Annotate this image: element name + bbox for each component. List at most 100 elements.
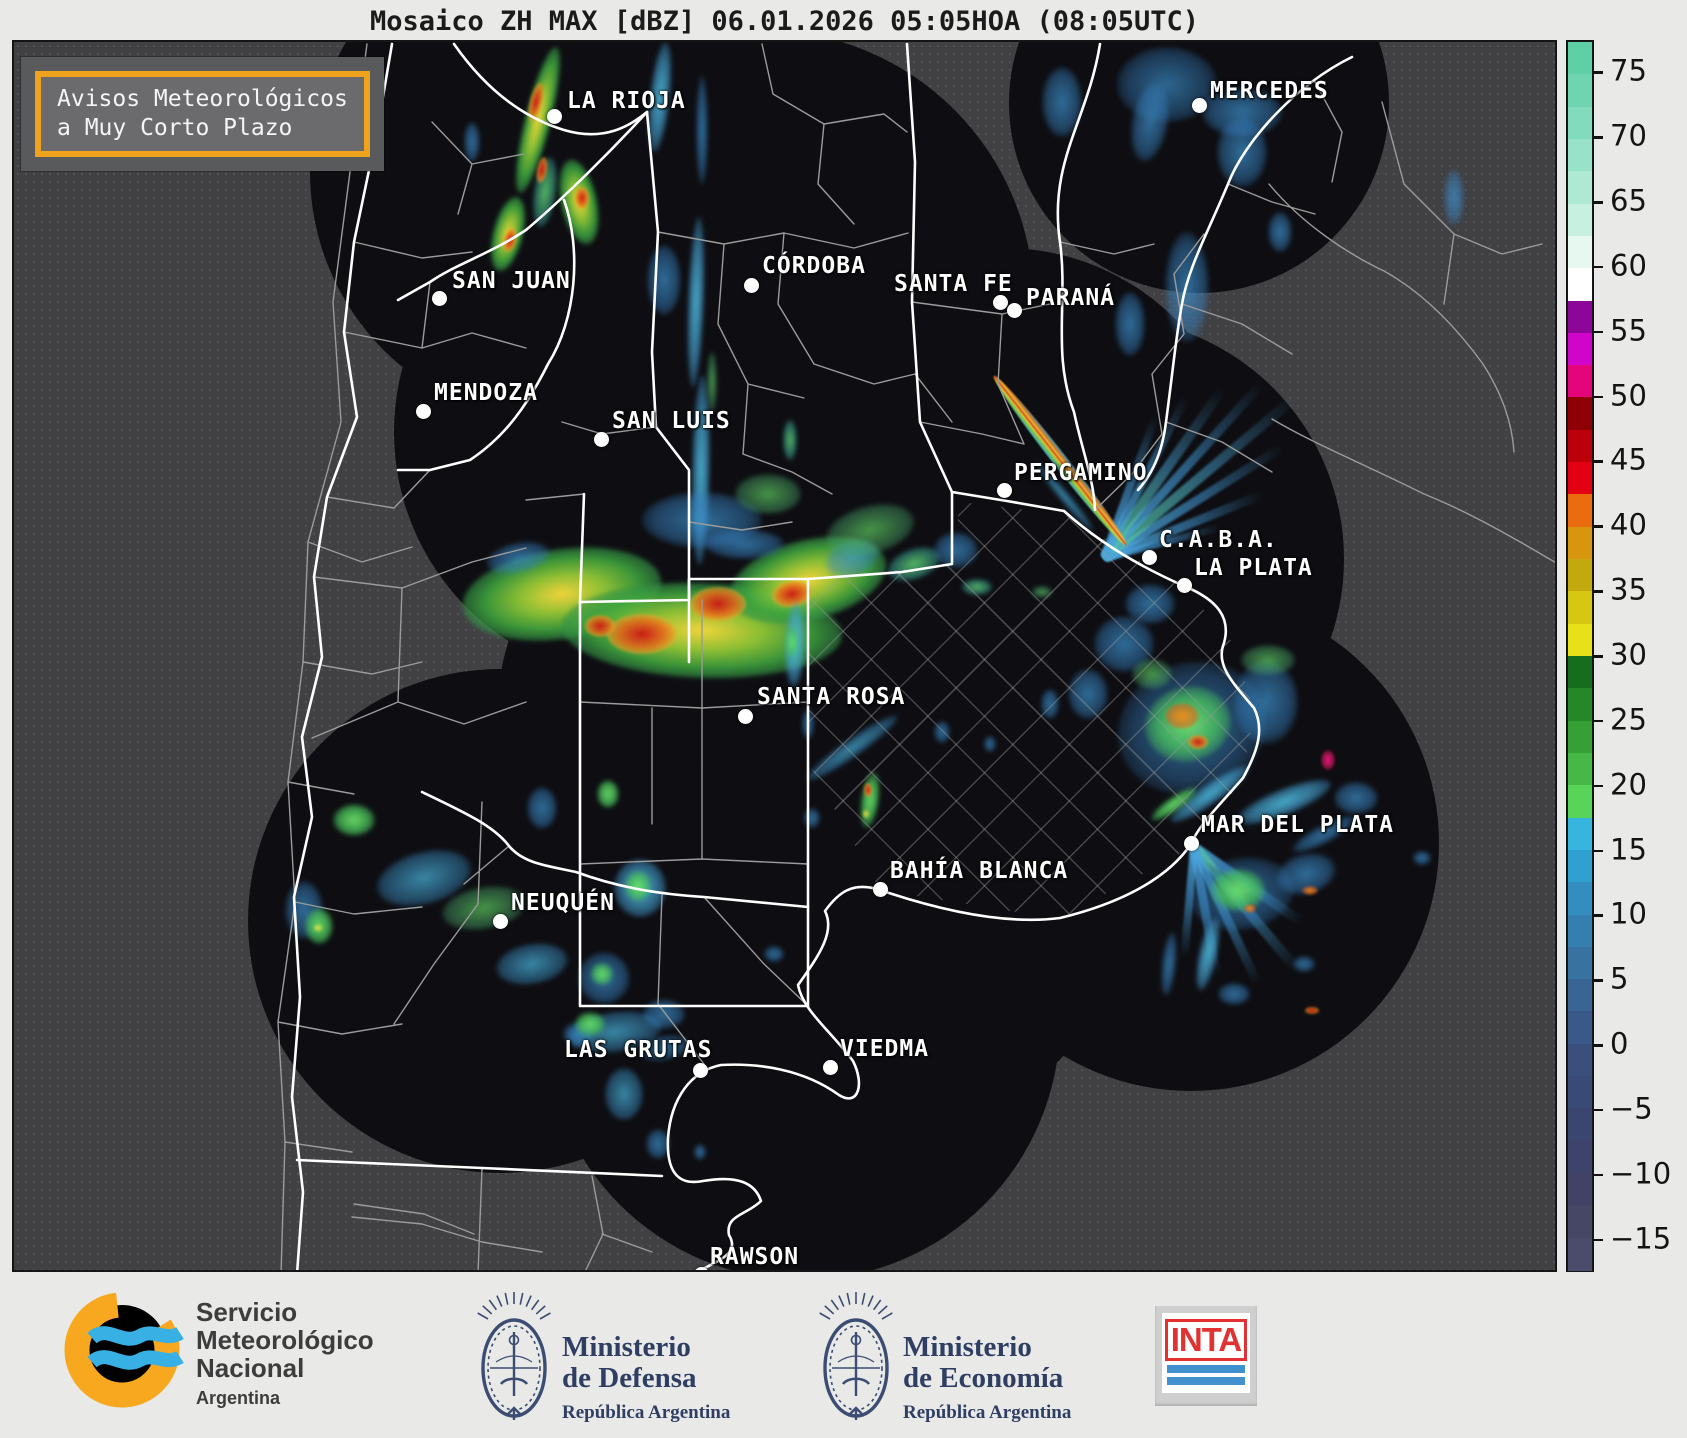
colorbar-segment: [1568, 494, 1592, 528]
colorbar-tick-label: 60: [1610, 248, 1647, 283]
city-dot-la-rioja: [547, 109, 562, 124]
city-dot-santa-rosa: [738, 709, 753, 724]
border-path: [645, 110, 691, 664]
colorbar-segment: [1568, 817, 1592, 851]
radar-mosaic-page: Mosaico ZH MAX [dBZ] 06.01.2026 05:05HOA…: [0, 0, 1687, 1438]
defensa-subtitle: República Argentina: [562, 1402, 731, 1423]
colorbar-segment: [1568, 1173, 1592, 1206]
colorbar-tick: [1594, 914, 1603, 917]
colorbar: [1566, 40, 1594, 1272]
city-dot-paran-: [1007, 303, 1022, 318]
city-label: SANTA FE: [894, 271, 1013, 297]
city-dot-c-a-b-a-: [1142, 550, 1157, 565]
border-path: [578, 577, 810, 1008]
city-label: VIEDMA: [840, 1036, 930, 1062]
city-dot-mercedes: [1192, 98, 1207, 113]
colorbar-segment: [1568, 1011, 1592, 1045]
colorbar-tick: [1594, 1108, 1603, 1112]
border-path: [326, 469, 431, 509]
border-path: [431, 121, 525, 215]
colorbar-tick-label: −5: [1610, 1091, 1653, 1126]
smn-logo-text: Servicio Meteorológico Nacional Argentin…: [196, 1298, 374, 1412]
avisos-overlay-box[interactable]: Avisos Meteorológicos a Muy Corto Plazo: [21, 57, 384, 171]
border-path: [351, 1216, 653, 1253]
border-path: [579, 599, 809, 865]
city-label: SANTA ROSA: [757, 684, 906, 710]
colorbar-tick-label: −15: [1610, 1220, 1672, 1255]
colorbar-tick: [1594, 979, 1603, 982]
economia-coat-of-arms-icon: [819, 1292, 893, 1420]
colorbar-segment: [1568, 656, 1592, 689]
colorbar-segment: [1568, 268, 1592, 302]
border-path: [313, 547, 527, 589]
city-dot-c-rdoba: [744, 278, 759, 293]
border-path: [1056, 42, 1102, 512]
city-label: MENDOZA: [434, 380, 538, 406]
colorbar-segment: [1568, 752, 1592, 786]
city-label: NEUQUÉN: [511, 890, 615, 916]
inta-bar-2: [1167, 1377, 1245, 1385]
city-label: CÓRDOBA: [762, 253, 866, 279]
colorbar-segment: [1568, 171, 1592, 205]
colorbar-tick-label: 70: [1610, 118, 1647, 153]
colorbar-tick: [1594, 71, 1603, 74]
city-label: PARANÁ: [1026, 285, 1116, 311]
smn-line-2: Meteorológico: [196, 1325, 374, 1355]
smn-line-1: Servicio: [196, 1297, 298, 1327]
province-borders: [277, 42, 1555, 1270]
border-path: [1165, 303, 1293, 473]
border-path: [393, 801, 809, 1065]
inta-bar-1: [1167, 1365, 1245, 1373]
city-label: LAS GRUTAS: [564, 1037, 713, 1063]
city-label: RAWSON: [710, 1244, 800, 1270]
avisos-line-1: Avisos Meteorológicos: [57, 86, 348, 112]
colorbar-segment: [1568, 429, 1592, 463]
colorbar-tick: [1594, 395, 1603, 399]
colorbar-segment: [1568, 1140, 1592, 1174]
avisos-overlay-border: Avisos Meteorológicos a Muy Corto Plazo: [35, 71, 370, 157]
page-title: Mosaico ZH MAX [dBZ] 06.01.2026 05:05HOA…: [369, 6, 1200, 37]
colorbar-segment: [1568, 979, 1592, 1013]
colorbar-tick-label: 20: [1610, 766, 1647, 801]
footer: Servicio Meteorológico Nacional Argentin…: [0, 1272, 1687, 1438]
colorbar-segment: [1568, 138, 1592, 172]
border-path: [761, 43, 908, 225]
city-dot-viedma: [823, 1060, 838, 1075]
city-dot-neuqu-n: [493, 914, 508, 929]
colorbar-segment: [1568, 946, 1592, 980]
colorbar-segment: [1568, 235, 1592, 269]
border-path: [1271, 418, 1555, 564]
inta-logo-text: INTA: [1164, 1319, 1248, 1361]
colorbar-segment: [1568, 720, 1592, 754]
city-dot-san-juan: [432, 291, 447, 306]
colorbar-segment: [1568, 365, 1592, 399]
colorbar-segment: [1568, 688, 1592, 722]
colorbar-tick: [1594, 136, 1603, 139]
border-path: [578, 492, 586, 604]
colorbar-tick-label: 35: [1610, 572, 1647, 607]
colorbar-tick-label: 15: [1610, 831, 1647, 866]
colorbar-segment: [1568, 623, 1592, 657]
smn-line-4: Argentina: [196, 1388, 281, 1408]
colorbar-tick-label: 45: [1610, 442, 1647, 477]
colorbar-segment: [1568, 42, 1592, 75]
city-label: LA PLATA: [1194, 555, 1313, 581]
city-label: BAHÍA BLANCA: [890, 858, 1069, 884]
economia-logo-text: Ministerio de Economía República Argenti…: [903, 1332, 1071, 1428]
city-dot-san-luis: [594, 432, 609, 447]
colorbar-tick: [1594, 1173, 1603, 1177]
economia-subtitle: República Argentina: [903, 1402, 1072, 1423]
colorbar-segment: [1568, 1108, 1592, 1142]
border-path: [688, 453, 833, 531]
colorbar-segment: [1568, 849, 1592, 883]
city-dot-mendoza: [416, 404, 431, 419]
border-path: [666, 509, 1261, 1270]
defensa-line-2: de Defensa: [562, 1362, 697, 1394]
colorbar-tick: [1594, 590, 1603, 593]
colorbar-segment: [1568, 1043, 1592, 1077]
city-label: LA RIOJA: [567, 88, 686, 114]
colorbar-tick-label: −10: [1610, 1156, 1672, 1191]
colorbar-segment: [1568, 203, 1592, 237]
defensa-line-1: Ministerio: [562, 1331, 691, 1363]
city-label: PERGAMINO: [1014, 460, 1148, 486]
